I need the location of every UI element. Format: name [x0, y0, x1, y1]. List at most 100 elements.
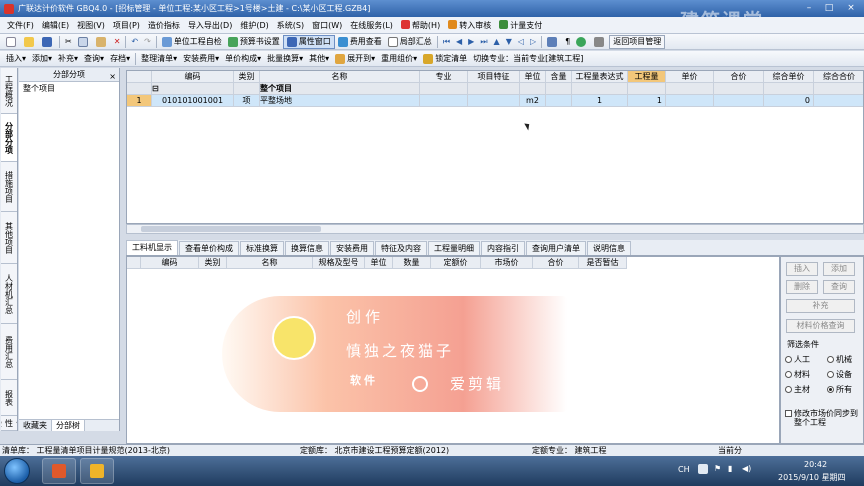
tab-quantity-detail[interactable]: 工程量明细: [428, 241, 480, 255]
filter-all-radio[interactable]: 所有: [827, 384, 852, 395]
material-price-query-button[interactable]: 材料价格查询: [786, 319, 855, 333]
add-material-button[interactable]: 添加: [823, 262, 855, 276]
taskbar-app-slides[interactable]: [42, 458, 76, 484]
column-header[interactable]: 合价: [533, 257, 579, 269]
menu-view[interactable]: 视图(V): [73, 20, 109, 31]
grid-cell[interactable]: [714, 95, 764, 107]
tool-icon[interactable]: [591, 35, 609, 49]
menu-window[interactable]: 窗口(W): [308, 20, 346, 31]
grid-cell[interactable]: 项: [234, 95, 260, 107]
insert-button[interactable]: 插入 ▾: [3, 52, 29, 66]
format-icon[interactable]: ¶: [562, 35, 573, 49]
first-icon[interactable]: ⏮: [440, 35, 453, 49]
column-header[interactable]: 单位: [520, 71, 546, 83]
close-icon[interactable]: ×: [109, 70, 116, 84]
column-header[interactable]: 项目特征: [468, 71, 520, 83]
batch-convert-button[interactable]: 批量换算 ▾: [264, 52, 306, 66]
delete-material-button[interactable]: 删除: [786, 280, 818, 294]
sync-market-price-checkbox[interactable]: 修改市场价同步到整个工程: [785, 409, 861, 427]
close-button[interactable]: ×: [842, 2, 860, 14]
redo-icon[interactable]: ↷: [141, 35, 154, 49]
clock-date[interactable]: 2015/9/10 星期四: [778, 472, 846, 483]
filter-equipment-radio[interactable]: 设备: [827, 369, 852, 380]
column-header[interactable]: 综合合价: [814, 71, 863, 83]
column-header[interactable]: 单位: [365, 257, 393, 269]
undo-icon[interactable]: ↶: [128, 35, 141, 49]
grid-cell[interactable]: [546, 95, 572, 107]
partial-summary-button[interactable]: 局部汇总: [385, 35, 435, 49]
other-button[interactable]: 其他 ▾: [306, 52, 332, 66]
maximize-button[interactable]: □: [820, 2, 838, 14]
open-icon[interactable]: [21, 35, 39, 49]
grid-cell[interactable]: [420, 95, 468, 107]
filter-machine-radio[interactable]: 机械: [827, 354, 852, 365]
column-header[interactable]: 名称: [260, 71, 420, 83]
prev-icon[interactable]: ◀: [453, 35, 465, 49]
column-header[interactable]: [127, 71, 152, 83]
up-icon[interactable]: ▲: [491, 35, 503, 49]
network-icon[interactable]: ▮: [728, 464, 732, 473]
expand-to-button[interactable]: 展开到 ▾: [332, 52, 378, 66]
menu-project[interactable]: 项目(P): [109, 20, 144, 31]
new-icon[interactable]: [3, 35, 21, 49]
delete-icon[interactable]: ✕: [111, 35, 124, 49]
menu-online[interactable]: 在线服务(L): [346, 20, 397, 31]
tab-measure-items[interactable]: 措施项目: [1, 162, 17, 212]
color-icon[interactable]: [573, 35, 591, 49]
menu-help[interactable]: 帮助(H): [397, 19, 444, 31]
grid-cell[interactable]: [814, 95, 863, 107]
column-header[interactable]: 单价: [666, 71, 714, 83]
tab-features-content[interactable]: 特征及内容: [375, 241, 427, 255]
save-icon[interactable]: [39, 35, 57, 49]
tab-division-tree[interactable]: 分部树: [52, 420, 85, 431]
tab-compliance-check[interactable]: 符合性检查: [1, 416, 17, 431]
column-header[interactable]: 类别: [234, 71, 260, 83]
grid-cell[interactable]: m2: [520, 95, 546, 107]
tree-item-whole-project[interactable]: 整个项目: [19, 82, 119, 95]
copy-icon[interactable]: [75, 35, 93, 49]
column-header[interactable]: 专业: [420, 71, 468, 83]
property-window-button[interactable]: 属性窗口: [282, 34, 335, 49]
tab-favorites[interactable]: 收藏夹: [19, 420, 52, 431]
menu-maintain[interactable]: 维护(D): [236, 20, 272, 31]
taskbar-app-gbq[interactable]: [80, 458, 114, 484]
filter-labor-radio[interactable]: 人工: [785, 354, 810, 365]
language-indicator[interactable]: CH: [678, 465, 690, 474]
column-header-selected[interactable]: 工程量: [628, 71, 666, 83]
organize-list-button[interactable]: 整理清单 ▾: [138, 52, 180, 66]
grid-cell[interactable]: 010101001001: [152, 95, 234, 107]
archive-button[interactable]: 存档 ▾: [107, 52, 133, 66]
column-header[interactable]: 类别: [199, 257, 227, 269]
column-header[interactable]: 市场价: [481, 257, 533, 269]
tab-labor-material-display[interactable]: 工料机显示: [126, 240, 178, 255]
tab-other-items[interactable]: 其他项目: [1, 212, 17, 264]
insert-material-button[interactable]: 插入: [786, 262, 818, 276]
tab-project-overview[interactable]: 工程概况: [1, 68, 17, 114]
right-icon[interactable]: ▷: [527, 35, 539, 49]
menu-system[interactable]: 系统(S): [273, 20, 308, 31]
column-header[interactable]: 定额价: [431, 257, 481, 269]
column-header[interactable]: 工程量表达式: [572, 71, 628, 83]
menu-audit[interactable]: 转入审核: [444, 19, 495, 31]
calculator-icon[interactable]: [544, 35, 562, 49]
reuse-pricing-button[interactable]: 重用组价 ▾: [378, 52, 420, 66]
filter-material-radio[interactable]: 材料: [785, 369, 810, 380]
collapse-icon[interactable]: ⊟: [152, 83, 234, 95]
flag-icon[interactable]: ⚑: [714, 464, 721, 473]
column-header[interactable]: 规格及型号: [313, 257, 365, 269]
tray-icon[interactable]: [698, 464, 708, 474]
menu-cost-index[interactable]: 造价指标: [144, 20, 184, 31]
menu-import-export[interactable]: 导入导出(D): [184, 20, 236, 31]
grid-cell[interactable]: [468, 95, 520, 107]
grid-cell[interactable]: 平整场地: [260, 95, 420, 107]
add-button[interactable]: 添加 ▾: [29, 52, 55, 66]
paste-icon[interactable]: [93, 35, 111, 49]
down-icon[interactable]: ▼: [503, 35, 515, 49]
minimize-button[interactable]: –: [800, 2, 818, 14]
install-fee-button[interactable]: 安装费用 ▾: [180, 52, 222, 66]
menu-payment[interactable]: 计量支付: [495, 19, 546, 31]
menu-edit[interactable]: 编辑(E): [38, 20, 73, 31]
start-button[interactable]: [4, 458, 30, 484]
menu-file[interactable]: 文件(F): [3, 20, 38, 31]
tab-report[interactable]: 报表: [1, 380, 17, 416]
